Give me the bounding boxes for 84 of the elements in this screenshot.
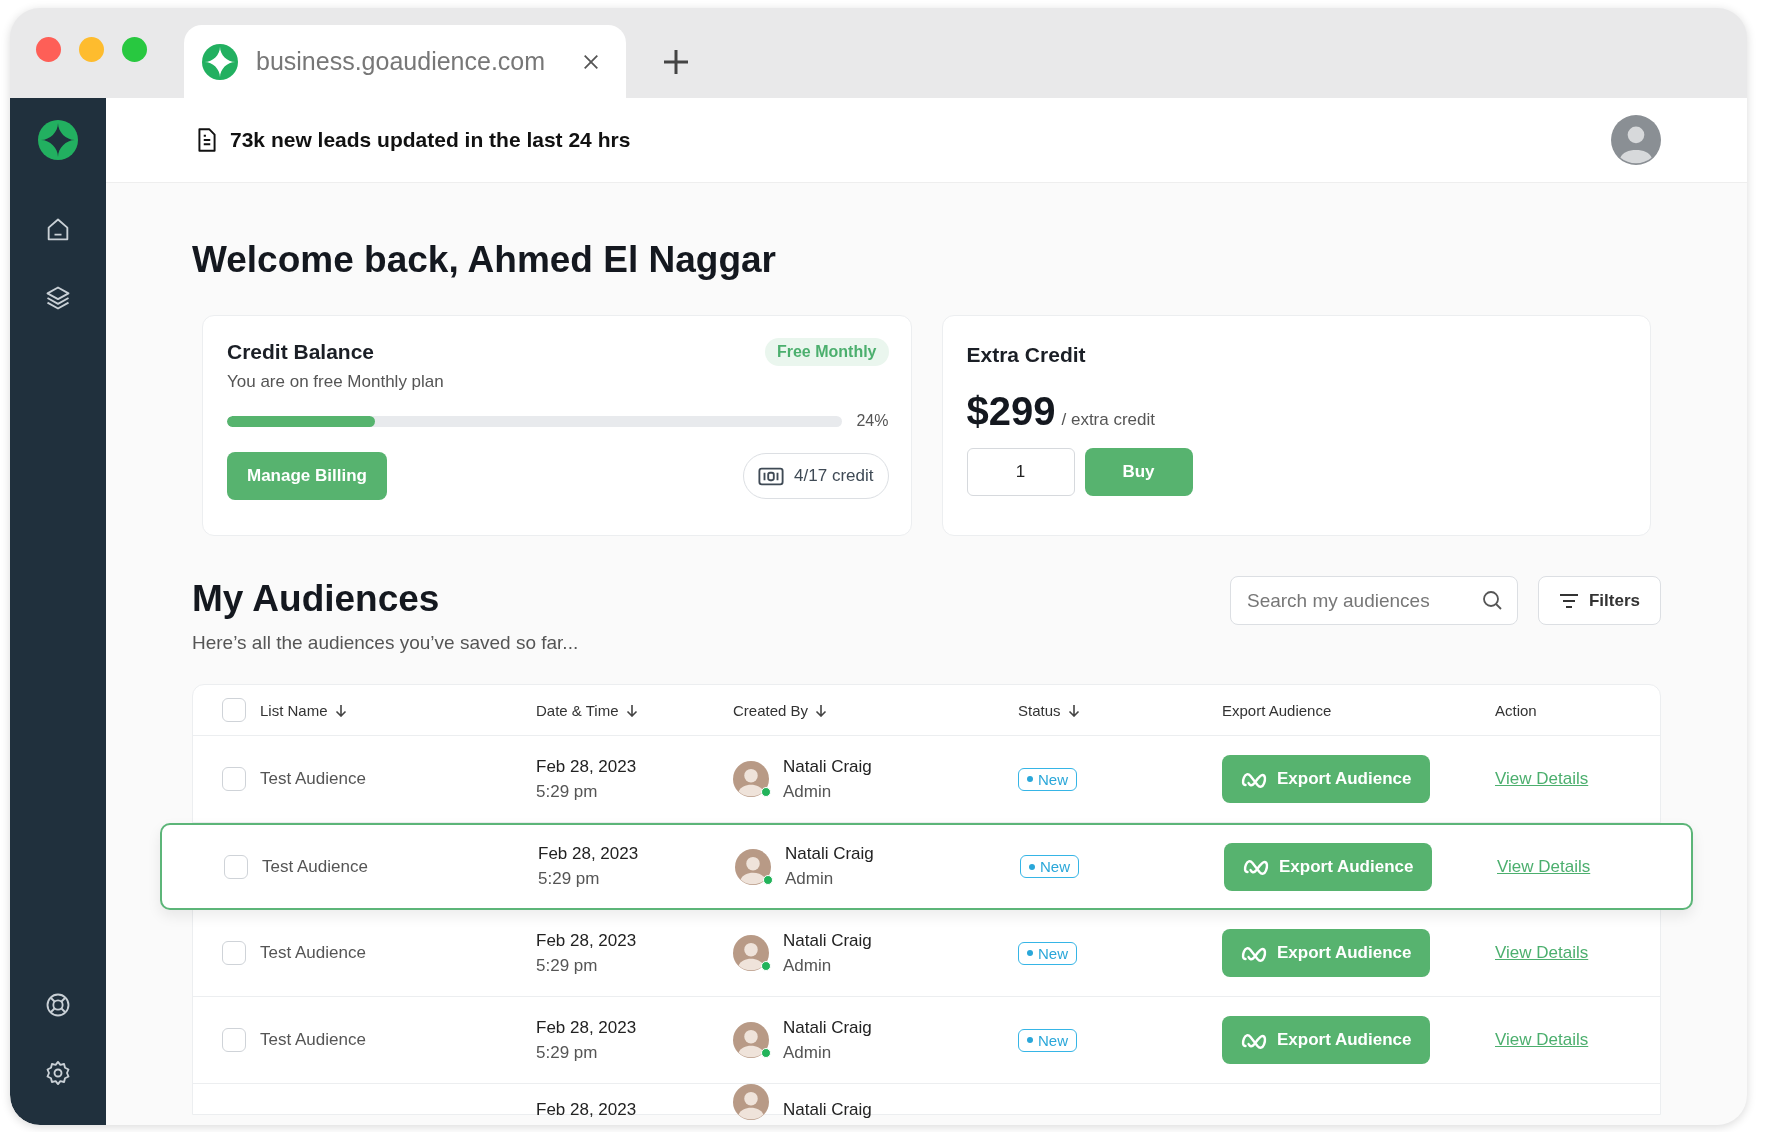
user-avatar [733, 935, 769, 971]
time-text: 5:29 pm [538, 869, 601, 889]
filters-button[interactable]: Filters [1537, 576, 1661, 625]
section-heading: My Audiences [192, 578, 441, 620]
user-avatar [733, 1022, 769, 1058]
user-avatar [733, 1084, 769, 1120]
card-title: Credit Balance [227, 340, 375, 364]
export-audience-button[interactable]: Export Audience [1222, 1016, 1431, 1064]
creator-role: Admin [783, 955, 833, 976]
buy-button[interactable]: Buy [1084, 448, 1193, 496]
search-icon [1481, 590, 1502, 610]
price: $299 [966, 389, 1056, 434]
search-field[interactable]: Search my audiences [1229, 576, 1518, 625]
date-text: Feb 28, 2023 [538, 844, 640, 864]
sort-arrow-icon[interactable] [625, 703, 638, 717]
export-audience-button[interactable]: Export Audience [1222, 929, 1431, 977]
row-checkbox[interactable] [222, 767, 246, 791]
list-name: Test Audience [262, 856, 369, 877]
time-text: 5:29 pm [536, 781, 599, 802]
view-details-link[interactable]: View Details [1495, 943, 1589, 962]
view-details-link[interactable]: View Details [1495, 1030, 1589, 1049]
layers-icon[interactable] [44, 284, 72, 312]
view-details-link[interactable]: View Details [1495, 769, 1589, 788]
date-text: Feb 28, 2023 [536, 930, 638, 951]
sort-arrow-icon[interactable] [1067, 703, 1080, 717]
date-text: Feb 28, 2023 [536, 756, 638, 777]
price-unit: / extra credit [1061, 410, 1156, 430]
column-header[interactable]: Status [1018, 701, 1222, 719]
logo-icon [38, 120, 78, 160]
row-checkbox[interactable] [222, 941, 246, 965]
creator-name: Natali Craig [783, 756, 872, 777]
creator-role: Admin [783, 1042, 833, 1063]
creator-role: Admin [785, 869, 835, 889]
export-audience-button[interactable]: Export Audience [1224, 842, 1433, 891]
creator-name: Natali Craig [783, 930, 872, 951]
close-icon[interactable] [582, 52, 600, 71]
creator-name: Natali Craig [783, 1100, 872, 1120]
column-header[interactable]: Date & Time [536, 701, 733, 719]
status-badge: New [1018, 941, 1077, 965]
status-badge: New [1018, 767, 1077, 791]
tab-title: business.goaudience.com [256, 47, 547, 76]
profile-avatar[interactable] [1611, 115, 1661, 165]
filter-icon [1558, 592, 1579, 609]
creator-role: Admin [783, 781, 833, 802]
progress-percent: 24% [856, 412, 889, 430]
column-header: Export Audience [1222, 701, 1333, 719]
welcome-heading: Welcome back, Ahmed El Naggar [192, 239, 777, 281]
user-avatar [733, 761, 769, 797]
status-badge: New [1020, 855, 1079, 879]
column-header[interactable]: Created By [733, 701, 1018, 719]
manage-billing-button[interactable]: Manage Billing [227, 452, 387, 500]
logo-icon [202, 43, 238, 80]
date-text: Feb 28, 2023 [536, 1017, 638, 1038]
select-all-checkbox[interactable] [222, 698, 246, 722]
sort-arrow-icon[interactable] [334, 703, 347, 717]
settings-icon[interactable] [44, 1059, 72, 1087]
plus-icon[interactable] [662, 48, 690, 76]
row-checkbox[interactable] [224, 854, 248, 879]
status-badge: New [1018, 1028, 1077, 1052]
leads-update-text: 73k new leads updated in the last 24 hrs [230, 128, 631, 152]
time-text: 5:29 pm [536, 955, 599, 976]
column-header: Action [1495, 701, 1538, 719]
time-text: 5:29 pm [536, 1042, 599, 1063]
help-icon[interactable] [44, 991, 72, 1019]
date-text: Feb 28, 2023 [536, 1100, 638, 1120]
section-subtitle: Here’s all the audiences you’ve saved so far... [192, 632, 580, 654]
row-checkbox[interactable] [222, 1028, 246, 1052]
credit-text: 4/17 credit [794, 466, 874, 486]
creator-name: Natali Craig [785, 844, 874, 864]
ticket-icon [758, 466, 785, 486]
plan-badge: Free Monthly [764, 338, 889, 366]
export-audience-button[interactable]: Export Audience [1222, 755, 1431, 803]
view-details-link[interactable]: View Details [1497, 856, 1591, 876]
list-name: Test Audience [260, 1030, 367, 1050]
creator-name: Natali Craig [783, 1017, 872, 1038]
column-header[interactable]: List Name [260, 701, 536, 719]
browser-tab[interactable]: business.goaudience.com [184, 25, 626, 98]
list-name: Test Audience [260, 769, 367, 789]
card-title: Extra Credit [966, 343, 1087, 367]
user-avatar [735, 848, 771, 885]
quantity-field[interactable]: 1 [966, 448, 1075, 496]
plan-description: You are on free Monthly plan [227, 372, 445, 392]
list-name: Test Audience [260, 943, 367, 963]
sort-arrow-icon[interactable] [815, 703, 828, 717]
